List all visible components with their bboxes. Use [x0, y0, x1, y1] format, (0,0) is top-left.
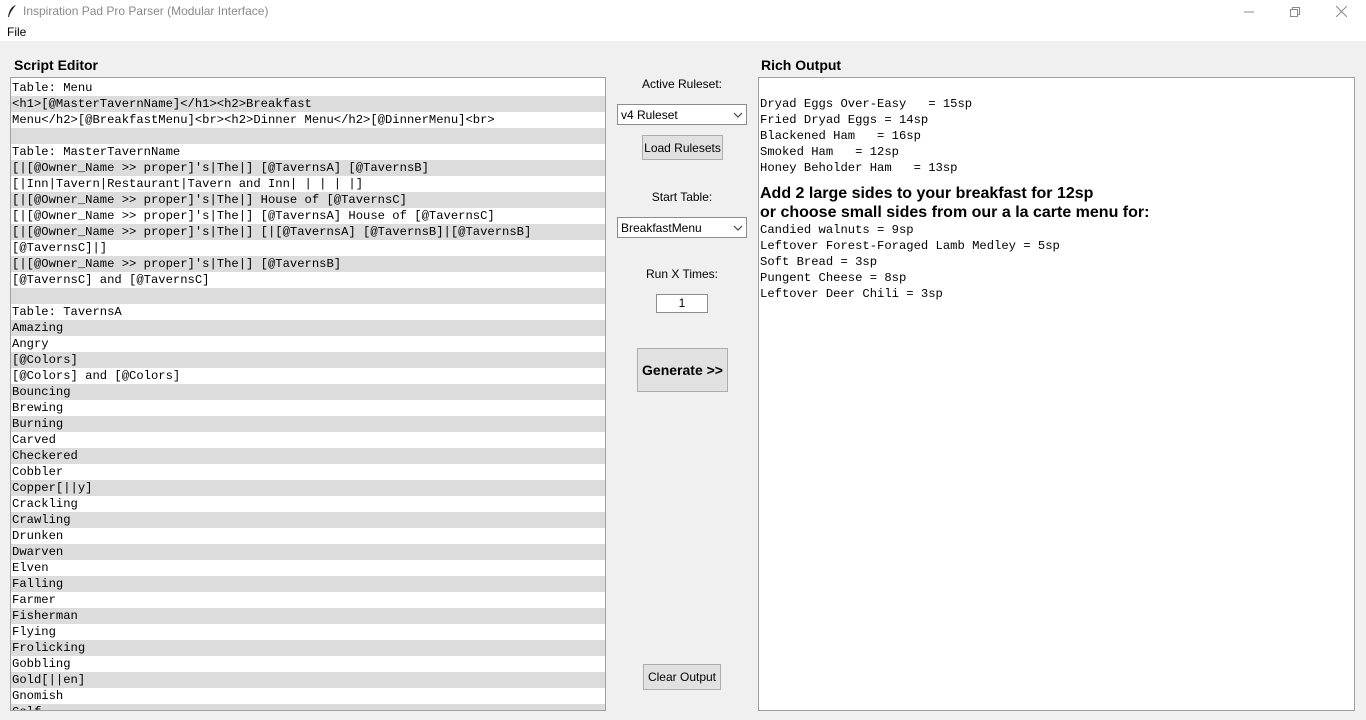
- script-line: [|[@Owner_Name >> proper]'s|The|] [@Tave…: [12, 209, 495, 223]
- output-line: Pungent Cheese = 8sp: [760, 271, 907, 285]
- script-line: Angry: [12, 337, 49, 351]
- output-line: Smoked Ham = 12sp: [760, 145, 899, 159]
- script-line: [@Colors] and [@Colors]: [12, 369, 181, 383]
- minimize-button[interactable]: [1226, 0, 1272, 23]
- script-line: Gold[||en]: [11, 672, 605, 688]
- script-line: Dwarven: [11, 544, 605, 560]
- start-table-dropdown[interactable]: BreakfastMenu: [617, 217, 747, 238]
- script-line: Golf: [11, 704, 605, 710]
- rich-output-heading: Rich Output: [761, 57, 842, 73]
- script-line: Farmer: [12, 593, 56, 607]
- restore-icon: [1290, 6, 1300, 17]
- start-table-dropdown-value: BreakfastMenu: [621, 221, 702, 235]
- script-line: [|[@Owner_Name >> proper]'s|The|] [@Tave…: [11, 256, 605, 272]
- script-line: [|[@Owner_Name >> proper]'s|The|] House …: [11, 192, 605, 208]
- script-line: Frolicking: [11, 640, 605, 656]
- script-line: Table: TavernsA: [12, 305, 122, 319]
- script-line: Falling: [11, 576, 605, 592]
- script-line: [|Inn|Tavern|Restaurant|Tavern and Inn| …: [12, 177, 364, 191]
- script-line: [@Colors]: [11, 352, 605, 368]
- script-line: Table: Menu: [12, 81, 93, 95]
- script-line: [11, 288, 605, 304]
- menu-file[interactable]: File: [7, 25, 26, 39]
- script-line: [11, 128, 605, 144]
- output-subheading-1: Add 2 large sides to your breakfast for …: [760, 185, 1094, 202]
- script-line: Cobbler: [12, 465, 64, 479]
- script-line: Gobbling: [12, 657, 71, 671]
- script-line: Brewing: [12, 401, 64, 415]
- output-items-top: Dryad Eggs Over-Easy = 15sp Fried Dryad E…: [760, 96, 1149, 176]
- clear-output-button[interactable]: Clear Output: [643, 664, 721, 690]
- output-subheading-2: or choose small sides from our a la cart…: [760, 204, 1150, 221]
- output-subheading-block: Add 2 large sides to your breakfast for …: [760, 184, 1149, 222]
- script-line: Menu</h2>[@BreakfastMenu]<br><h2>Dinner …: [12, 113, 495, 127]
- output-line: Candied walnuts = 9sp: [760, 223, 914, 237]
- menu-bar: File: [0, 23, 1366, 41]
- rich-output-pane[interactable]: Dryad Eggs Over-Easy = 15sp Fried Dryad E…: [758, 77, 1355, 711]
- script-line: Fisherman: [11, 608, 605, 624]
- script-line: Carved: [12, 433, 56, 447]
- script-line: Flying: [12, 625, 56, 639]
- script-line: Checkered: [11, 448, 605, 464]
- output-content: Dryad Eggs Over-Easy = 15sp Fried Dryad E…: [760, 96, 1149, 302]
- script-line: [|[@Owner_Name >> proper]'s|The|] [@Tave…: [11, 160, 605, 176]
- minimize-icon: [1244, 11, 1254, 12]
- run-x-times-input[interactable]: 1: [656, 294, 708, 313]
- ruleset-dropdown[interactable]: v4 Ruleset: [617, 104, 747, 125]
- script-line: Copper[||y]: [11, 480, 605, 496]
- script-lines: Table: Menu <h1>[@MasterTavernName]</h1><…: [11, 78, 605, 710]
- start-table-label: Start Table:: [651, 190, 713, 204]
- generate-button[interactable]: Generate >>: [637, 348, 728, 392]
- output-line: Honey Beholder Ham = 13sp: [760, 161, 958, 175]
- script-line: Crawling: [11, 512, 605, 528]
- script-line: Amazing: [11, 320, 605, 336]
- script-line: Burning: [11, 416, 605, 432]
- script-line: [@TavernsC]|]: [12, 241, 108, 255]
- script-line: [@TavernsC] and [@TavernsC]: [12, 273, 210, 287]
- output-items-bottom: Candied walnuts = 9sp Leftover Forest-For…: [760, 222, 1149, 302]
- window-title: Inspiration Pad Pro Parser (Modular Inte…: [23, 4, 269, 18]
- script-line: <h1>[@MasterTavernName]</h1><h2>Breakfas…: [11, 96, 605, 112]
- script-editor[interactable]: Table: Menu <h1>[@MasterTavernName]</h1><…: [10, 77, 606, 711]
- close-button[interactable]: [1318, 0, 1364, 23]
- feather-icon: [8, 5, 16, 17]
- script-line: Gnomish: [12, 689, 64, 703]
- script-line: Drunken: [12, 529, 64, 543]
- script-line: [|[@Owner_Name >> proper]'s|The|] [|[@Ta…: [11, 224, 605, 240]
- close-icon: [1335, 6, 1347, 17]
- output-line: Leftover Deer Chili = 3sp: [760, 287, 943, 301]
- script-line: Crackling: [12, 497, 78, 511]
- script-line: Elven: [12, 561, 49, 575]
- output-line: Dryad Eggs Over-Easy = 15sp: [760, 97, 973, 111]
- script-line: Bouncing: [11, 384, 605, 400]
- chevron-down-icon: [733, 112, 743, 118]
- restore-button[interactable]: [1272, 0, 1318, 23]
- output-line: Fried Dryad Eggs = 14sp: [760, 113, 929, 127]
- run-x-times-label: Run X Times:: [645, 267, 719, 281]
- output-line: Leftover Forest-Foraged Lamb Medley = 5s…: [760, 239, 1060, 253]
- ruleset-dropdown-value: v4 Ruleset: [621, 108, 678, 122]
- output-line: Blackened Ham = 16sp: [760, 129, 921, 143]
- title-bar: Inspiration Pad Pro Parser (Modular Inte…: [0, 0, 1366, 24]
- load-rulesets-button[interactable]: Load Rulesets: [642, 135, 723, 160]
- active-ruleset-label: Active Ruleset:: [641, 77, 723, 91]
- script-editor-heading: Script Editor: [14, 57, 99, 73]
- chevron-down-icon: [733, 225, 743, 231]
- output-line: Soft Bread = 3sp: [760, 255, 878, 269]
- script-line: Table: MasterTavernName: [12, 145, 181, 159]
